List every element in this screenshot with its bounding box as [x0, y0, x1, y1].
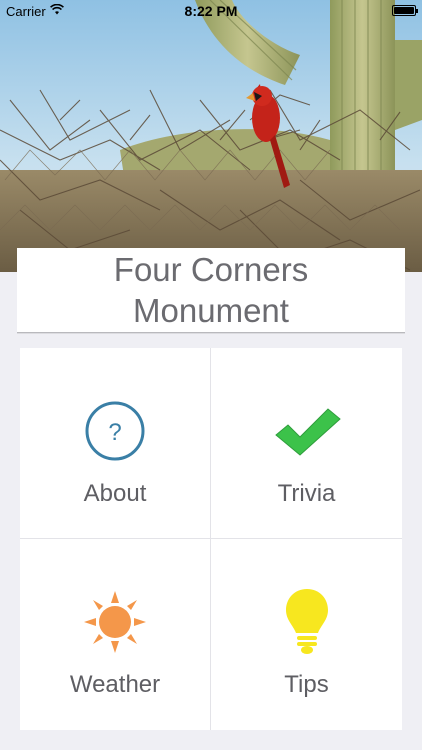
tips-label: Tips	[284, 671, 329, 698]
trivia-tile[interactable]: Trivia	[211, 348, 402, 539]
lightbulb-icon	[272, 587, 342, 657]
about-tile[interactable]: ? About	[20, 348, 211, 539]
status-time: 8:22 PM	[184, 3, 238, 19]
hero-photo	[0, 0, 422, 272]
status-bar: Carrier 8:22 PM	[0, 0, 422, 22]
checkmark-icon	[272, 396, 342, 466]
svg-text:?: ?	[108, 419, 121, 446]
menu-grid: ? About Trivia Weather Tips	[20, 348, 402, 730]
tips-tile[interactable]: Tips	[211, 539, 402, 730]
battery-icon	[392, 5, 418, 16]
trivia-label: Trivia	[277, 480, 336, 507]
question-circle-icon: ?	[80, 396, 150, 466]
weather-label: Weather	[69, 671, 161, 698]
page-title: Four Corners Monument	[113, 251, 309, 329]
hero-photo-drawing	[0, 0, 422, 272]
about-label: About	[83, 480, 147, 507]
sun-icon	[80, 587, 150, 657]
title-card: Four Corners Monument	[17, 248, 405, 333]
weather-tile[interactable]: Weather	[20, 539, 211, 730]
